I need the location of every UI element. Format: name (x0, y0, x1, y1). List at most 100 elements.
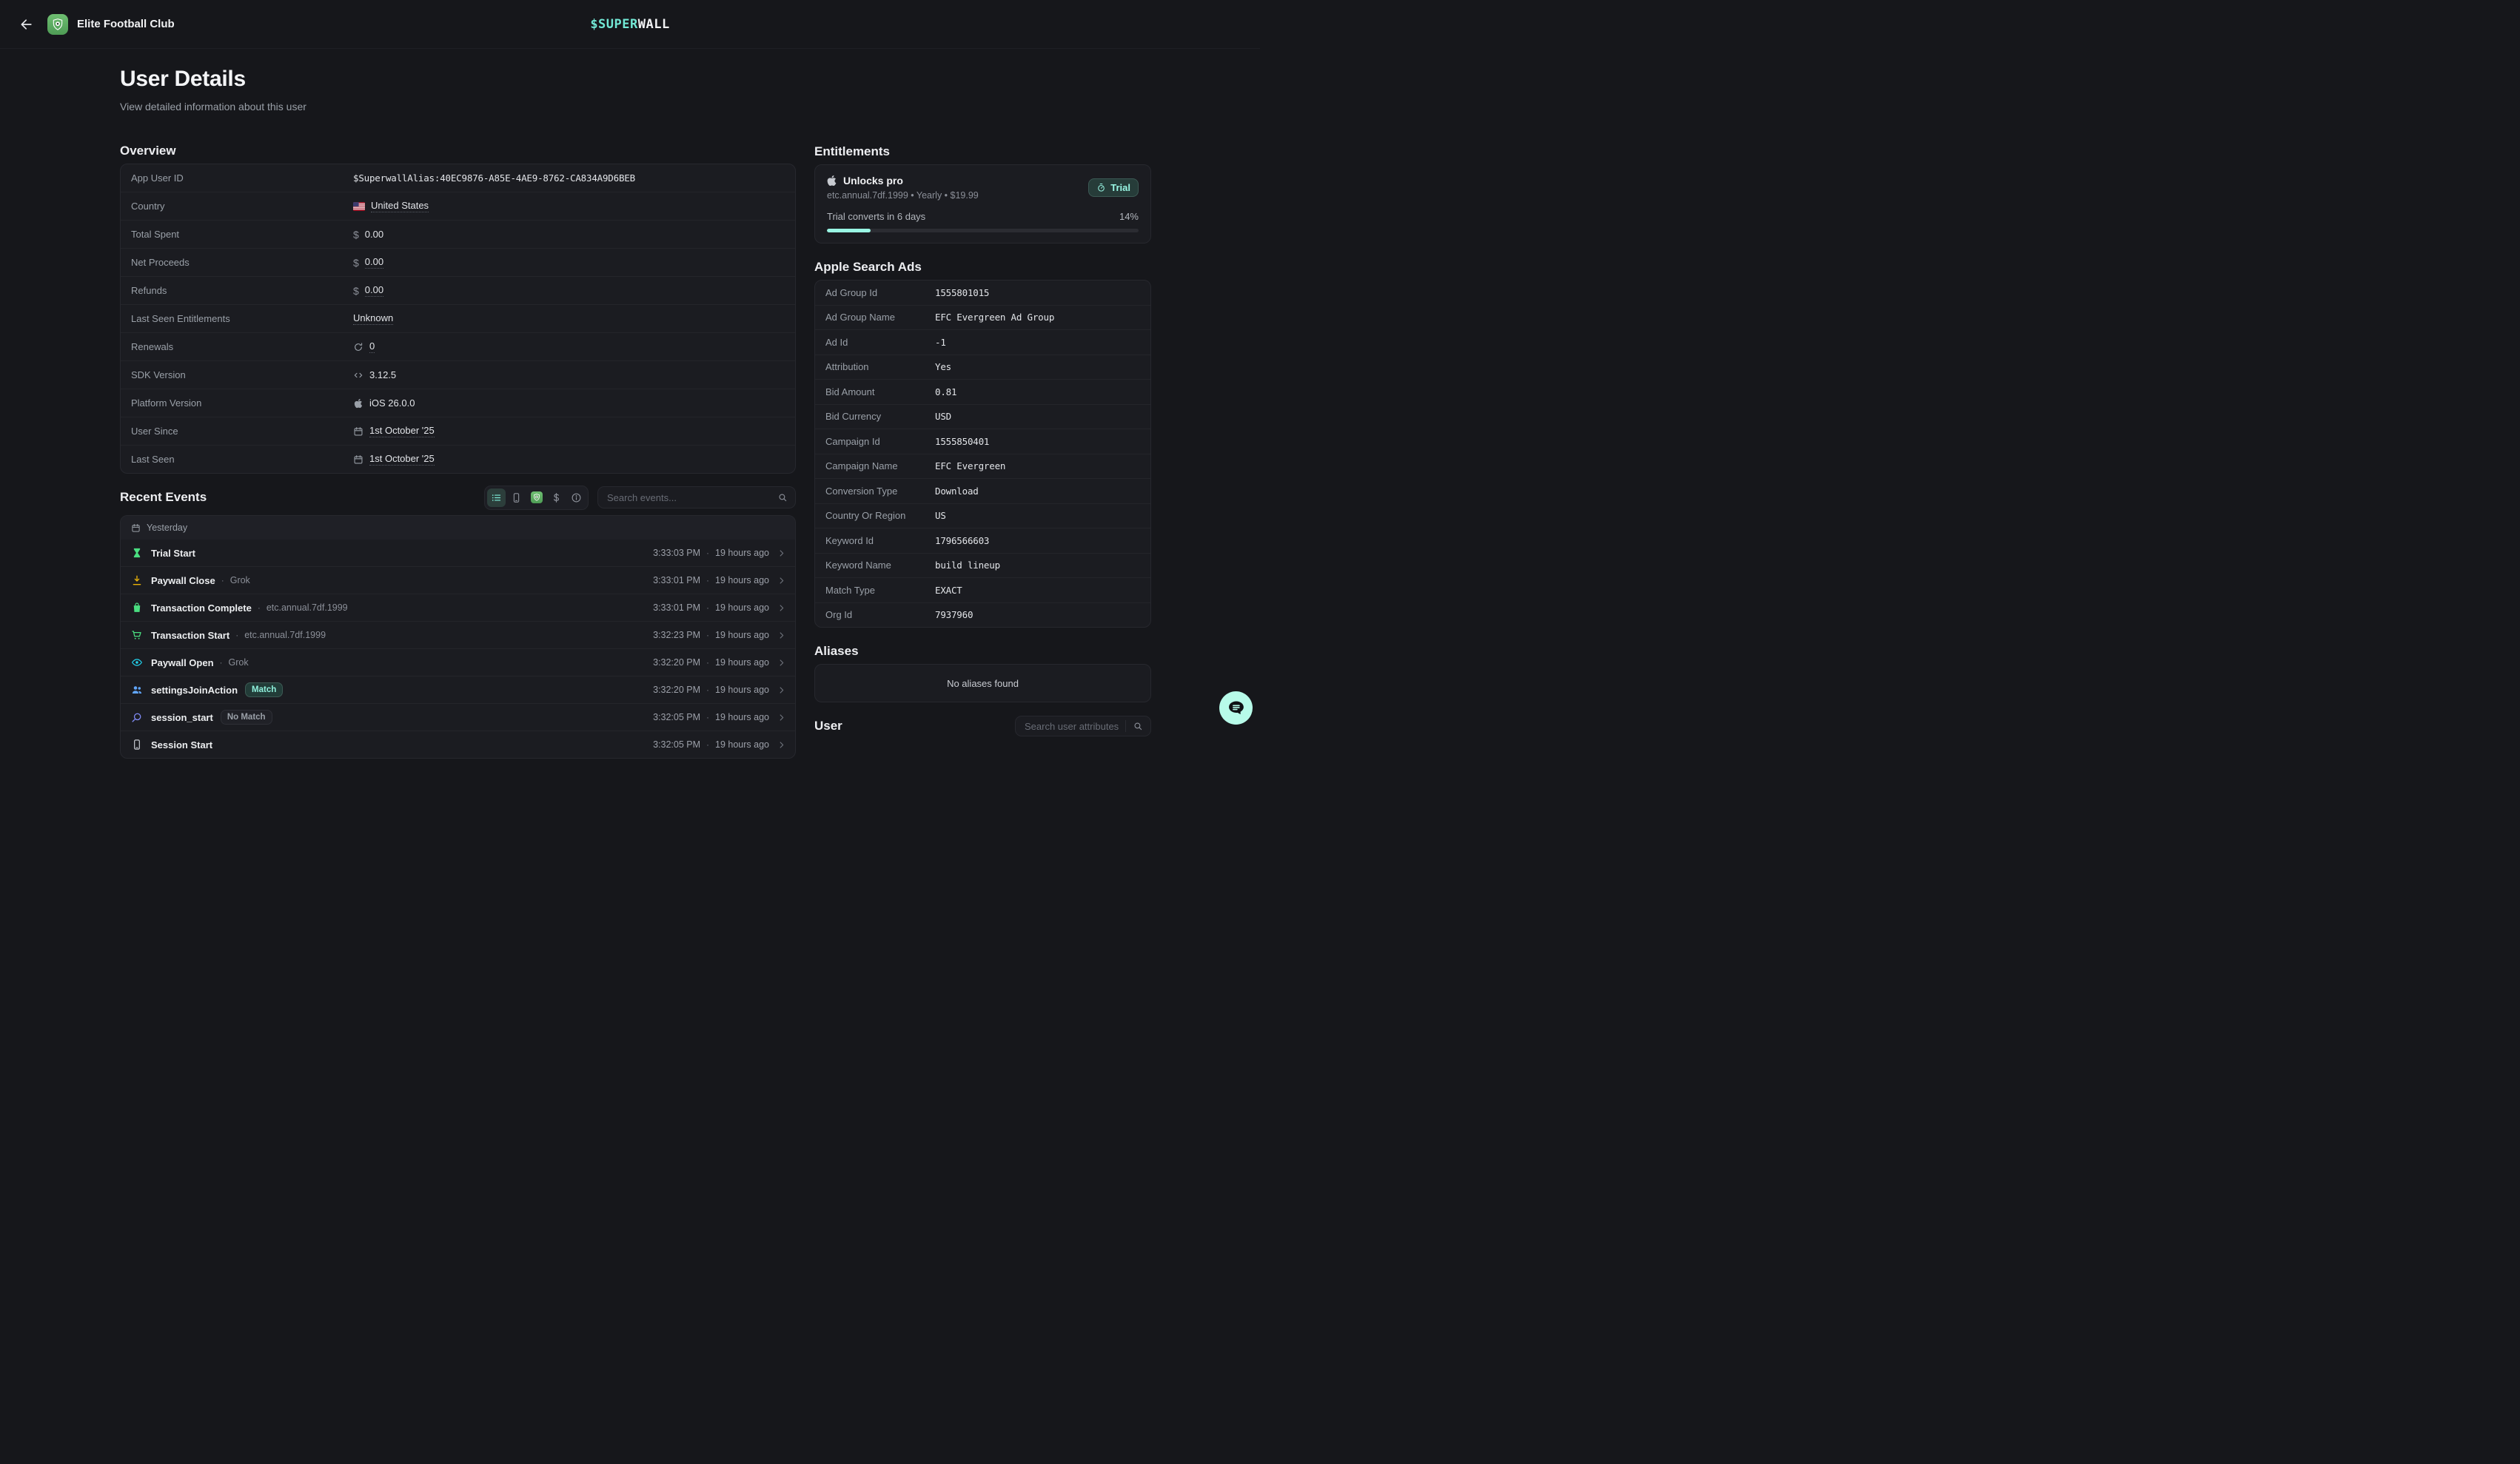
row-value: 0 (369, 340, 375, 353)
event-row[interactable]: settingsJoinActionMatch3:32:20 PM·19 hou… (121, 676, 795, 703)
events-group-label: Yesterday (147, 523, 187, 533)
event-relative-time: 19 hours ago (715, 602, 769, 613)
trial-status-text: Trial converts in 6 days (827, 211, 925, 222)
overview-row: User Since1st October '25 (121, 417, 795, 445)
event-name: Paywall Open (151, 657, 214, 668)
overview-row: Renewals 0 (121, 332, 795, 360)
event-row[interactable]: Trial Start3:33:03 PM·19 hours ago (121, 540, 795, 566)
row-value: USD (935, 411, 951, 422)
event-row[interactable]: Paywall Close·Grok3:33:01 PM·19 hours ag… (121, 566, 795, 594)
dot-separator: · (706, 685, 709, 695)
row-value-group: 3.12.5 (353, 369, 396, 380)
toolbar-phone-icon[interactable] (507, 488, 526, 507)
row-value-group: iOS 26.0.0 (353, 397, 415, 409)
dot-separator: · (706, 657, 709, 668)
row-value-group: Unknown (353, 312, 393, 325)
page-title: User Details (120, 65, 796, 93)
row-value: 0.81 (935, 386, 956, 397)
row-value: EXACT (935, 585, 962, 596)
trial-badge-label: Trial (1110, 182, 1130, 193)
event-row[interactable]: session_startNo Match3:32:05 PM·19 hours… (121, 703, 795, 731)
asa-row: Keyword Id1796566603 (815, 528, 1150, 553)
row-label: Last Seen Entitlements (131, 313, 353, 324)
row-label: Bid Amount (825, 386, 935, 397)
event-meta: 3:32:20 PM · 19 hours ago (653, 685, 786, 695)
toolbar-list-view-icon[interactable] (487, 488, 506, 507)
chat-button[interactable] (1219, 691, 1253, 725)
chevron-right-icon (777, 658, 786, 668)
event-relative-time: 19 hours ago (715, 685, 769, 695)
overview-row: Last Seen1st October '25 (121, 445, 795, 473)
chevron-right-icon (777, 603, 786, 613)
event-time: 3:32:05 PM (653, 739, 700, 750)
dot-separator: · (706, 548, 709, 558)
app-name: Elite Football Club (77, 18, 175, 30)
recent-events-heading: Recent Events (120, 490, 207, 505)
row-value-group: $SuperwallAlias:40EC9876-A85E-4AE9-8762-… (353, 172, 635, 184)
user-details-page: Elite Football Club $SUPERWALL User Deta… (0, 0, 1260, 759)
events-list: Yesterday Trial Start3:33:03 PM·19 hours… (120, 515, 796, 759)
row-label: SDK Version (131, 369, 353, 380)
entitlements-heading: Entitlements (814, 144, 1151, 159)
event-detail: Grok (229, 657, 249, 668)
toolbar-app-icon[interactable] (527, 488, 546, 507)
row-label: App User ID (131, 172, 353, 184)
event-name: Session Start (151, 739, 212, 751)
row-label: Ad Group Id (825, 287, 935, 298)
row-value: 0.00 (365, 284, 383, 297)
event-relative-time: 19 hours ago (715, 739, 769, 750)
event-relative-time: 19 hours ago (715, 657, 769, 668)
row-value: -1 (935, 337, 946, 348)
currency-symbol: $ (353, 257, 359, 269)
trial-badge: Trial (1088, 178, 1139, 197)
event-time: 3:33:01 PM (653, 602, 700, 613)
apple-search-ads-heading: Apple Search Ads (814, 260, 1151, 275)
chevron-right-icon (777, 713, 786, 722)
overview-row: Refunds$0.00 (121, 276, 795, 304)
entitlement-card: Unlocks pro etc.annual.7df.1999 • Yearly… (814, 164, 1151, 244)
event-detail: etc.annual.7df.1999 (267, 602, 348, 613)
row-label: Country (131, 201, 353, 212)
row-value: 1st October '25 (369, 425, 435, 437)
row-label: Renewals (131, 341, 353, 352)
right-column: Entitlements Unlocks pro etc.annual.7df.… (814, 49, 1151, 736)
toolbar-info-icon[interactable] (567, 488, 586, 507)
entitlement-title-row: Unlocks pro (827, 175, 979, 187)
event-name: Paywall Close (151, 575, 215, 586)
dot-separator: · (706, 739, 709, 750)
logo-rest: WALL (638, 17, 670, 32)
dot-separator: · (706, 602, 709, 613)
event-row[interactable]: Transaction Start·etc.annual.7df.19993:3… (121, 621, 795, 648)
event-no-match-badge: No Match (221, 710, 272, 725)
event-meta: 3:33:03 PM·19 hours ago (653, 548, 786, 558)
event-relative-time: 19 hours ago (715, 630, 769, 640)
event-row[interactable]: Session Start 3:32:05 PM · 19 hours ago (121, 731, 795, 758)
row-label: Keyword Id (825, 535, 935, 546)
calendar-icon (353, 454, 363, 465)
event-row[interactable]: Paywall Open·Grok3:32:20 PM·19 hours ago (121, 648, 795, 676)
row-value: 1555801015 (935, 287, 989, 298)
row-value: 1555850401 (935, 436, 989, 447)
row-value: Unknown (353, 312, 393, 325)
chevron-right-icon (777, 576, 786, 585)
row-label: Campaign Id (825, 436, 935, 447)
row-value-group: United States (353, 200, 429, 212)
events-search-input[interactable] (598, 492, 777, 503)
row-label: Org Id (825, 609, 935, 620)
timer-icon (1096, 183, 1106, 192)
hourglass-icon (131, 547, 143, 559)
chat-bubble-icon (1227, 699, 1246, 718)
arrow-down-to-line-icon (131, 574, 143, 586)
toolbar-dollar-icon[interactable] (547, 488, 566, 507)
row-value: Yes (935, 361, 951, 372)
dot-separator: · (258, 602, 261, 613)
event-row[interactable]: Transaction Complete·etc.annual.7df.1999… (121, 594, 795, 621)
currency-symbol: $ (353, 285, 359, 297)
event-time: 3:32:20 PM (653, 685, 700, 695)
main-content: User Details View detailed information a… (0, 49, 1260, 759)
event-detail: etc.annual.7df.1999 (244, 630, 326, 640)
dot-separator: · (706, 630, 709, 640)
user-attributes-search-input[interactable] (1016, 721, 1125, 732)
back-button[interactable] (16, 14, 37, 35)
logo-accent: $SUPER (590, 17, 637, 32)
